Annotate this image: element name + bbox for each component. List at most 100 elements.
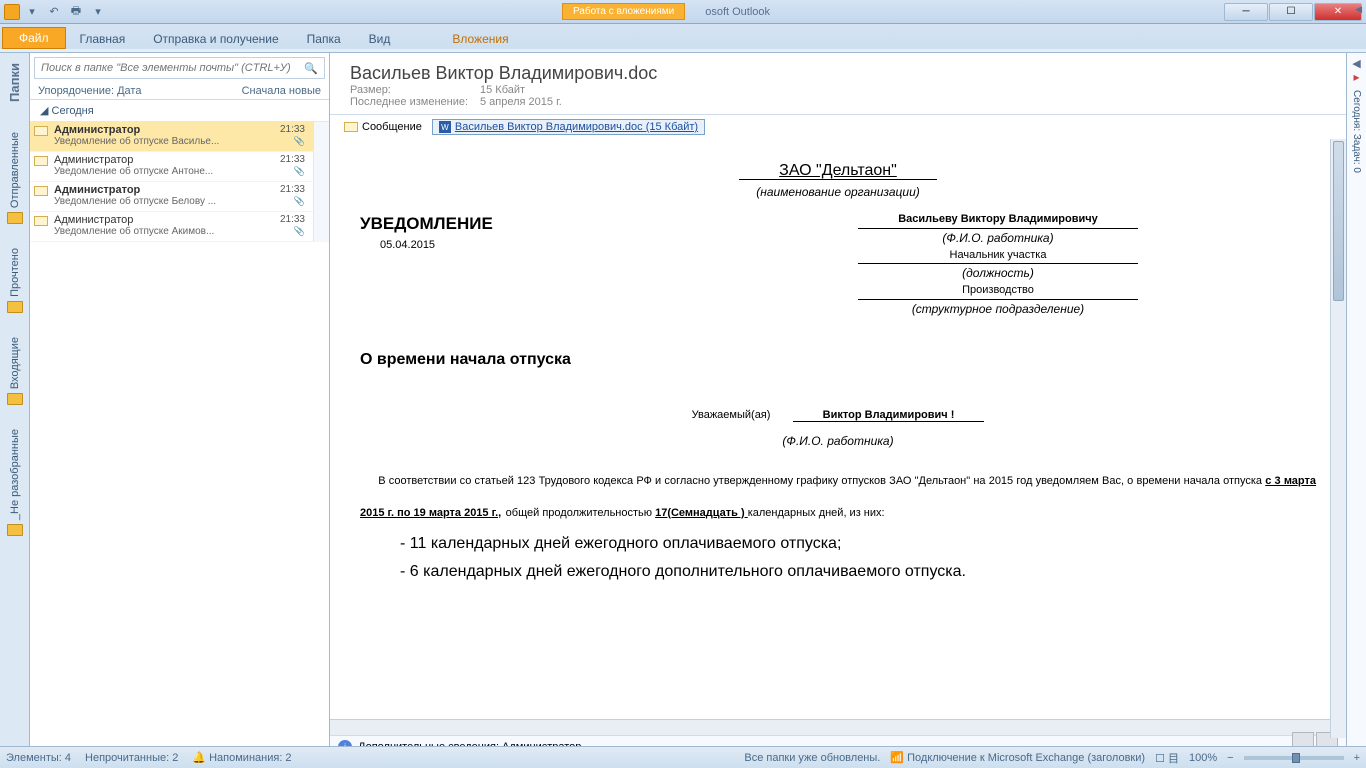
collapse-arrow-icon[interactable]: ◀: [1352, 57, 1360, 70]
qat-more-icon[interactable]: ▾: [88, 3, 108, 21]
qat-save-icon[interactable]: ▾: [22, 3, 42, 21]
folder-sent[interactable]: Отправленные: [9, 132, 21, 208]
window-title: osoft Outlook: [705, 6, 770, 18]
tab-view[interactable]: Вид: [355, 28, 405, 49]
attachment-icon: 📎: [294, 196, 305, 207]
msg-from: Администратор: [54, 184, 280, 196]
msg-from: Администратор: [54, 124, 280, 136]
msg-subject: Уведомление об отпуске Антоне...: [54, 166, 254, 177]
message-item[interactable]: АдминистраторУведомление об отпуске Аким…: [30, 212, 313, 242]
msg-from: Администратор: [54, 214, 280, 226]
greeting-label: Уважаемый(ая): [692, 409, 771, 421]
msg-time: 21:33: [280, 124, 305, 135]
msg-from: Администратор: [54, 154, 280, 166]
flag-column: [313, 122, 329, 242]
notice-date: 05.04.2015: [380, 237, 680, 254]
envelope-icon: [344, 122, 358, 132]
search-input[interactable]: [41, 62, 304, 74]
search-icon[interactable]: 🔍: [304, 62, 318, 75]
status-elements: Элементы: 4: [6, 752, 71, 764]
status-reminders[interactable]: 🔔 Напоминания: 2: [192, 751, 291, 764]
attachment-pill[interactable]: W Васильев Виктор Владимирович.doc (15 Кб…: [432, 119, 705, 135]
tab-attachments[interactable]: Вложения: [438, 28, 522, 49]
position-caption: (должность): [680, 264, 1316, 282]
msg-time: 21:33: [280, 154, 305, 165]
message-item[interactable]: АдминистраторУведомление об отпуске Анто…: [30, 152, 313, 182]
attachment-icon: 📎: [294, 136, 305, 147]
zoom-value: 100%: [1189, 752, 1217, 764]
attachment-link[interactable]: Васильев Виктор Владимирович.doc (15 Кба…: [455, 121, 698, 133]
tab-send-receive[interactable]: Отправка и получение: [139, 28, 292, 49]
recipient-caption: (Ф.И.О. работника): [680, 229, 1316, 247]
status-bar: Элементы: 4 Непрочитанные: 2 🔔 Напоминан…: [0, 746, 1366, 768]
attachment-icon: 📎: [294, 226, 305, 237]
envelope-icon: [34, 156, 48, 166]
reading-pane: Васильев Виктор Владимирович.doc Размер:…: [330, 53, 1346, 758]
status-folders: Все папки уже обновлены.: [744, 752, 880, 764]
todo-label: Сегодня: Задач: 0: [1351, 90, 1362, 173]
message-list-pane: ◀ 🔍 Упорядочение: Дата Сначала новые ◢ С…: [30, 53, 330, 758]
size-label: Размер:: [350, 84, 480, 96]
folder-icon: [7, 301, 23, 313]
envelope-icon: [34, 126, 48, 136]
recipient-dept: Производство: [858, 282, 1138, 300]
folder-unsorted[interactable]: _Не разобранные: [9, 429, 21, 520]
greeting-name: Виктор Владимирович !: [793, 409, 985, 422]
group-today[interactable]: ◢ Сегодня: [30, 100, 329, 122]
notice-heading: УВЕДОМЛЕНИЕ: [360, 211, 680, 237]
folder-icon: [7, 212, 23, 224]
folder-icon: [7, 393, 23, 405]
qat-undo-icon[interactable]: ↶: [44, 3, 64, 21]
vertical-scrollbar[interactable]: [1330, 139, 1346, 738]
expand-arrow-icon[interactable]: ◀: [1355, 4, 1362, 15]
zoom-out-button[interactable]: −: [1227, 752, 1233, 764]
todo-bar-collapsed[interactable]: ◀ ▸ Сегодня: Задач: 0: [1346, 53, 1366, 758]
doc-subject: О времени начала отпуска: [360, 348, 1316, 372]
sort-order-label[interactable]: Сначала новые: [242, 85, 321, 97]
status-connection: 📶 Подключение к Microsoft Exchange (заго…: [890, 751, 1145, 764]
org-name: ЗАО "Дельтаон": [739, 162, 937, 180]
msg-time: 21:33: [280, 214, 305, 225]
titlebar: ▾ ↶ 🖶 ▾ Работа с вложениями osoft Outloo…: [0, 0, 1366, 24]
view-toggle[interactable]: ☐ 目: [1155, 750, 1179, 766]
folder-icon: [7, 524, 23, 536]
tab-home[interactable]: Главная: [66, 28, 140, 49]
list-item-2: - 6 календарных дней ежегодного дополнит…: [400, 560, 1316, 584]
attachment-icon: 📎: [294, 166, 305, 177]
msg-subject: Уведомление об отпуске Акимов...: [54, 226, 254, 237]
document-preview: ЗАО "Дельтаон" (наименование организации…: [330, 139, 1346, 719]
zoom-slider[interactable]: [1244, 756, 1344, 760]
greeting-caption: (Ф.И.О. работника): [360, 432, 1316, 450]
word-icon: W: [439, 121, 451, 133]
minimize-button[interactable]: ─: [1224, 3, 1268, 21]
horizontal-scrollbar[interactable]: [330, 719, 1346, 735]
ribbon-tabs: Файл Главная Отправка и получение Папка …: [0, 24, 1366, 49]
folder-pane-header: Папки: [5, 57, 24, 108]
flag-icon: ▸: [1353, 70, 1359, 84]
msg-subject: Уведомление об отпуске Василье...: [54, 136, 254, 147]
body-paragraph: В соответствии со статьей 123 Трудового …: [360, 464, 1316, 528]
attachment-title: Васильев Виктор Владимирович.doc: [350, 63, 1326, 84]
qat-print-icon[interactable]: 🖶: [66, 3, 86, 21]
folder-read[interactable]: Прочтено: [9, 248, 21, 297]
outlook-icon: [4, 4, 20, 20]
envelope-icon: [34, 216, 48, 226]
folder-inbox[interactable]: Входящие: [9, 337, 21, 389]
message-button[interactable]: Сообщение: [338, 120, 428, 134]
folder-pane-collapsed[interactable]: Папки Отправленные Прочтено Входящие _Не…: [0, 53, 30, 758]
message-item[interactable]: АдминистраторУведомление об отпуске Бело…: [30, 182, 313, 212]
attachment-context-tab: Работа с вложениями: [562, 3, 685, 20]
tab-folder[interactable]: Папка: [293, 28, 355, 49]
file-tab[interactable]: Файл: [2, 27, 66, 49]
envelope-icon: [34, 186, 48, 196]
zoom-in-button[interactable]: +: [1354, 752, 1360, 764]
org-caption: (наименование организации): [360, 183, 1316, 201]
message-item[interactable]: АдминистраторУведомление об отпуске Васи…: [30, 122, 313, 152]
recipient-name: Васильеву Виктору Владимировичу: [858, 211, 1138, 229]
sort-by-label[interactable]: Упорядочение: Дата: [38, 85, 242, 97]
maximize-button[interactable]: ☐: [1269, 3, 1313, 21]
dept-caption: (структурное подразделение): [680, 300, 1316, 318]
search-box[interactable]: 🔍: [34, 57, 325, 79]
msg-subject: Уведомление об отпуске Белову ...: [54, 196, 254, 207]
modified-value: 5 апреля 2015 г.: [480, 96, 562, 108]
